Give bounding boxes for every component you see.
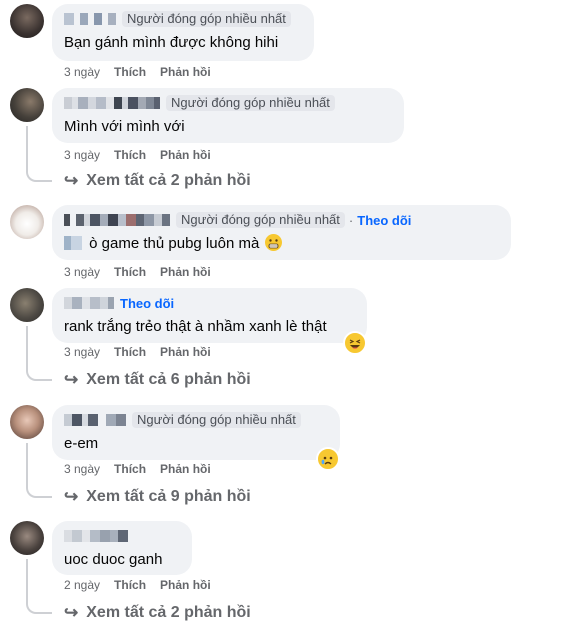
follow-button[interactable]: Theo dõi [357, 213, 411, 228]
timestamp[interactable]: 3 ngày [64, 462, 100, 476]
comment-text: rank trắng trẻo thật à nhầm xanh lè thật [64, 318, 327, 335]
avatar[interactable] [10, 405, 44, 439]
reply-thread-line [26, 559, 52, 614]
comment-bubble: Người đóng góp nhiều nhất e-em [52, 405, 340, 460]
view-replies-label: Xem tất cả 2 phản hồi [86, 604, 251, 621]
view-replies-link[interactable]: ↪ Xem tất cả 9 phản hồi [64, 487, 251, 507]
comment-actions: 3 ngày Thích Phản hồi [64, 462, 211, 476]
author-name-blurred[interactable] [64, 414, 126, 426]
reply-arrow-icon: ↪ [64, 171, 79, 190]
like-button[interactable]: Thích [114, 265, 146, 279]
reply-arrow-icon: ↪ [64, 370, 79, 389]
like-button[interactable]: Thích [114, 65, 146, 79]
grimacing-emoji-icon [265, 234, 283, 251]
comment-actions: 3 ngày Thích Phản hồi [64, 65, 211, 79]
mention-blurred[interactable] [64, 236, 82, 250]
comment-bubble: Người đóng góp nhiều nhất · Theo dõi ò g… [52, 205, 511, 260]
follow-button[interactable]: Theo dõi [120, 296, 174, 311]
reply-button[interactable]: Phản hồi [160, 345, 211, 359]
timestamp[interactable]: 3 ngày [64, 265, 100, 279]
avatar[interactable] [10, 288, 44, 322]
reply-thread-line [26, 326, 52, 381]
reply-arrow-icon: ↪ [64, 487, 79, 506]
author-name-blurred[interactable] [64, 530, 128, 542]
reply-button[interactable]: Phản hồi [160, 265, 211, 279]
like-button[interactable]: Thích [114, 462, 146, 476]
view-replies-link[interactable]: ↪ Xem tất cả 6 phản hồi [64, 370, 251, 390]
comment-bubble: Người đóng góp nhiều nhất Bạn gánh mình … [52, 4, 314, 61]
reply-arrow-icon: ↪ [64, 603, 79, 622]
avatar[interactable] [10, 205, 44, 239]
view-replies-link[interactable]: ↪ Xem tất cả 2 phản hồi [64, 171, 251, 191]
comment-actions: 3 ngày Thích Phản hồi [64, 345, 211, 359]
top-contributor-badge: Người đóng góp nhiều nhất [122, 11, 291, 27]
reply-button[interactable]: Phản hồi [160, 65, 211, 79]
comment-bubble: Người đóng góp nhiều nhất Mình với mình … [52, 88, 404, 143]
view-replies-link[interactable]: ↪ Xem tất cả 2 phản hồi [64, 603, 251, 623]
comment-text: ò game thủ pubg luôn mà [64, 234, 499, 254]
like-button[interactable]: Thích [114, 345, 146, 359]
haha-reaction-icon[interactable] [343, 331, 367, 355]
reply-button[interactable]: Phản hồi [160, 148, 211, 162]
comment-actions: 2 ngày Thích Phản hồi [64, 578, 211, 592]
separator-dot: · [348, 212, 354, 228]
comment-text: uoc duoc ganh [64, 551, 163, 568]
view-replies-label: Xem tất cả 6 phản hồi [86, 371, 251, 388]
reply-thread-line [26, 443, 52, 498]
timestamp[interactable]: 3 ngày [64, 345, 100, 359]
timestamp[interactable]: 3 ngày [64, 148, 100, 162]
comment-text-body: ò game thủ pubg luôn mà [89, 235, 260, 252]
timestamp[interactable]: 3 ngày [64, 65, 100, 79]
reply-thread-line [26, 126, 52, 182]
avatar[interactable] [10, 88, 44, 122]
view-replies-label: Xem tất cả 2 phản hồi [86, 172, 251, 189]
author-name-blurred[interactable] [64, 97, 160, 109]
author-name-blurred[interactable] [64, 297, 114, 309]
reply-button[interactable]: Phản hồi [160, 462, 211, 476]
sad-reaction-icon[interactable] [316, 447, 340, 471]
comment-text: Bạn gánh mình được không hihi [64, 34, 279, 51]
top-contributor-badge: Người đóng góp nhiều nhất [176, 212, 345, 228]
comment-actions: 3 ngày Thích Phản hồi [64, 148, 211, 162]
comment-actions: 3 ngày Thích Phản hồi [64, 265, 211, 279]
comment-bubble: Theo dõi rank trắng trẻo thật à nhầm xan… [52, 288, 367, 343]
comment-text: e-em [64, 435, 99, 452]
like-button[interactable]: Thích [114, 578, 146, 592]
author-name-blurred[interactable] [64, 13, 116, 25]
top-contributor-badge: Người đóng góp nhiều nhất [132, 412, 301, 428]
like-button[interactable]: Thích [114, 148, 146, 162]
avatar[interactable] [10, 4, 44, 38]
comment-text: Mình với mình với [64, 118, 185, 135]
author-name-blurred[interactable] [64, 214, 170, 226]
reply-button[interactable]: Phản hồi [160, 578, 211, 592]
view-replies-label: Xem tất cả 9 phản hồi [86, 488, 251, 505]
timestamp[interactable]: 2 ngày [64, 578, 100, 592]
comment-bubble: uoc duoc ganh [52, 521, 192, 575]
top-contributor-badge: Người đóng góp nhiều nhất [166, 95, 335, 111]
avatar[interactable] [10, 521, 44, 555]
